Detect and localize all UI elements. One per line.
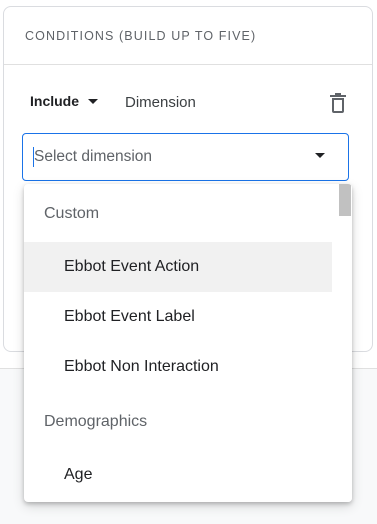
dimension-search-input[interactable]: [33, 147, 303, 167]
chevron-down-icon[interactable]: [315, 153, 325, 158]
caret-down-icon: [88, 99, 99, 104]
dimension-select[interactable]: [22, 133, 349, 181]
dimension-menu: Custom Ebbot Event Action Ebbot Event La…: [24, 184, 352, 502]
scrollbar-thumb[interactable]: [339, 184, 351, 216]
card-header: CONDITIONS (BUILD UP TO FIVE): [4, 7, 372, 65]
include-dropdown[interactable]: Include: [30, 93, 99, 109]
menu-item-ebbot-event-label[interactable]: Ebbot Event Label: [24, 292, 332, 342]
card-title: CONDITIONS (BUILD UP TO FIVE): [25, 29, 257, 43]
menu-scrollbar[interactable]: [339, 184, 352, 502]
menu-item-age[interactable]: Age: [24, 450, 332, 500]
trash-icon[interactable]: [329, 92, 347, 114]
menu-group-demographics: Demographics: [44, 413, 148, 430]
menu-item-ebbot-non-interaction[interactable]: Ebbot Non Interaction: [24, 342, 332, 392]
condition-row: Include Dimension: [4, 89, 372, 117]
dimension-label: Dimension: [125, 94, 196, 111]
menu-item-ebbot-event-action[interactable]: Ebbot Event Action: [24, 242, 332, 292]
include-label: Include: [30, 93, 80, 109]
menu-group-custom: Custom: [44, 205, 100, 222]
